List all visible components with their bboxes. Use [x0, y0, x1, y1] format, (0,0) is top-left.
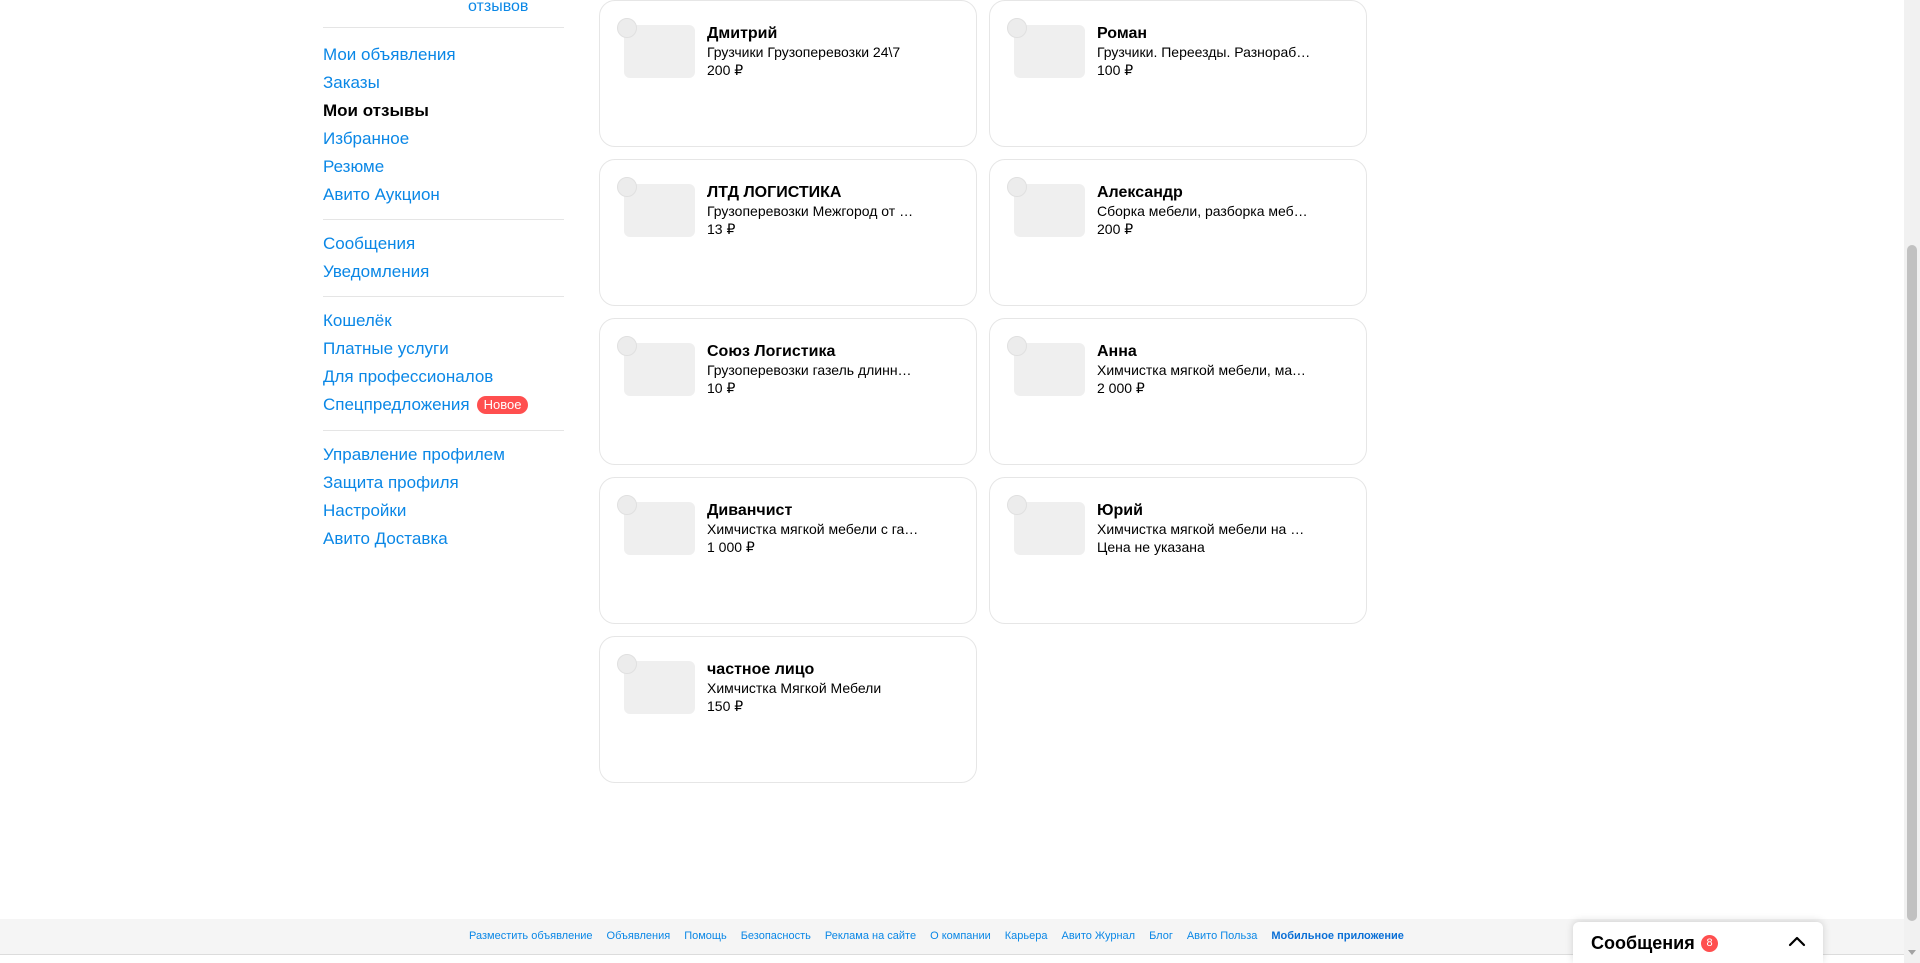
sidebar-item-wallet[interactable]: Кошелёк	[323, 307, 564, 335]
page-scrollbar[interactable]	[1904, 0, 1920, 963]
review-card[interactable]: Дмитрий Грузчики Грузоперевозки 24\7 200…	[599, 0, 977, 147]
footer-link-ads[interactable]: Объявления	[607, 930, 671, 942]
scroll-down-arrow-icon[interactable]	[1908, 950, 1916, 955]
sidebar-item-resume[interactable]: Резюме	[323, 153, 564, 181]
footer-link-advertising[interactable]: Реклама на сайте	[825, 930, 916, 942]
sidebar-item-label: Спецпредложения	[323, 395, 470, 414]
sidebar-item-profile-protection[interactable]: Защита профиля	[323, 469, 564, 497]
footer-link-polza[interactable]: Авито Польза	[1187, 930, 1258, 942]
footer-link-post-ad[interactable]: Разместить объявление	[469, 930, 593, 942]
review-card[interactable]: Анна Химчистка мягкой мебели, мат… 2 000…	[989, 318, 1367, 465]
sidebar-item-delivery[interactable]: Авито Доставка	[323, 525, 564, 553]
listing-title: Грузоперевозки Межгород от …	[707, 203, 914, 219]
listing-price: 200 ₽	[707, 62, 744, 78]
seller-avatar	[1007, 336, 1027, 356]
review-card[interactable]: ЛТД ЛОГИСТИКА Грузоперевозки Межгород от…	[599, 159, 977, 306]
seller-name: Союз Логистика	[707, 343, 836, 360]
listing-title: Грузчики Грузоперевозки 24\7	[707, 44, 901, 60]
review-card[interactable]: Александр Сборка мебели, разборка меб… 2…	[989, 159, 1367, 306]
sidebar-divider	[323, 219, 564, 220]
sidebar-item-auction[interactable]: Авито Аукцион	[323, 181, 564, 209]
sidebar-item-professionals[interactable]: Для профессионалов	[323, 363, 564, 391]
listing-price: Цена не указана	[1097, 539, 1205, 555]
seller-name: Александр	[1097, 184, 1183, 201]
sidebar-item-profile-management[interactable]: Управление профилем	[323, 441, 564, 469]
seller-avatar	[1007, 18, 1027, 38]
new-badge: Новое	[476, 396, 529, 414]
seller-name: ЛТД ЛОГИСТИКА	[707, 184, 842, 201]
menu-group-wallet: Кошелёк Платные услуги Для профессионало…	[323, 307, 564, 419]
listing-price: 150 ₽	[707, 698, 744, 714]
review-card[interactable]: частное лицо Химчистка Мягкой Мебели 150…	[599, 636, 977, 783]
footer-links: Разместить объявление Объявления Помощь …	[469, 930, 1404, 942]
review-card[interactable]: Роман Грузчики. Переезды. Разнораб… 100 …	[989, 0, 1367, 147]
listing-price: 13 ₽	[707, 221, 736, 237]
listing-price: 2 000 ₽	[1097, 380, 1145, 396]
menu-group-ads: Мои объявления Заказы Мои отзывы Избранн…	[323, 41, 564, 209]
sidebar-item-my-ads[interactable]: Мои объявления	[323, 41, 564, 69]
menu-group-messages: Сообщения Уведомления	[323, 230, 564, 286]
review-card[interactable]: Союз Логистика Грузоперевозки газель дли…	[599, 318, 977, 465]
seller-name: Юрий	[1097, 502, 1143, 519]
chevron-up-icon[interactable]	[1788, 934, 1806, 948]
footer-link-about[interactable]: О компании	[930, 930, 991, 942]
menu-group-profile: Управление профилем Защита профиля Настр…	[323, 441, 564, 553]
sidebar-item-notifications[interactable]: Уведомления	[323, 258, 564, 286]
unread-count-badge: 8	[1701, 935, 1718, 952]
sidebar-item-settings[interactable]: Настройки	[323, 497, 564, 525]
scrollbar-thumb[interactable]	[1907, 245, 1917, 921]
listing-price: 100 ₽	[1097, 62, 1134, 78]
listing-title: Грузчики. Переезды. Разнораб…	[1097, 44, 1311, 60]
seller-avatar	[617, 336, 637, 356]
sidebar-item-special-offers[interactable]: Спецпредложения Новое	[323, 391, 564, 419]
sidebar-item-my-reviews[interactable]: Мои отзывы	[323, 97, 564, 125]
footer-link-help[interactable]: Помощь	[684, 930, 727, 942]
sidebar-divider	[323, 430, 564, 431]
seller-avatar	[1007, 177, 1027, 197]
footer-link-security[interactable]: Безопасность	[741, 930, 811, 942]
review-card[interactable]: Юрий Химчистка мягкой мебели на д… Цена …	[989, 477, 1367, 624]
footer-link-blog[interactable]: Блог	[1149, 930, 1173, 942]
sidebar-item-messages[interactable]: Сообщения	[323, 230, 564, 258]
sidebar-divider	[323, 296, 564, 297]
seller-name: Анна	[1097, 343, 1137, 360]
seller-name: Дмитрий	[707, 25, 778, 42]
messenger-title: Сообщения	[1591, 933, 1695, 953]
listing-title: Химчистка мягкой мебели с га…	[707, 521, 919, 537]
footer-link-journal[interactable]: Авито Журнал	[1062, 930, 1136, 942]
reviews-count-link[interactable]: отзывов	[468, 0, 528, 16]
listing-title: Химчистка мягкой мебели на д…	[1097, 521, 1312, 537]
seller-name: Диванчист	[707, 502, 793, 519]
sidebar-item-orders[interactable]: Заказы	[323, 69, 564, 97]
seller-avatar	[1007, 495, 1027, 515]
footer-link-mobile-app[interactable]: Мобильное приложение	[1271, 930, 1404, 942]
seller-avatar	[617, 18, 637, 38]
listing-title: Грузоперевозки газель длинн…	[707, 362, 912, 378]
seller-name: Роман	[1097, 25, 1148, 42]
messenger-widget[interactable]: Сообщения 8	[1573, 922, 1823, 963]
seller-avatar	[617, 177, 637, 197]
profile-summary: отзывов	[323, 0, 564, 28]
listing-price: 1 000 ₽	[707, 539, 755, 555]
review-card[interactable]: Диванчист Химчистка мягкой мебели с га… …	[599, 477, 977, 624]
listing-title: Химчистка мягкой мебели, мат…	[1097, 362, 1312, 378]
listing-title: Химчистка Мягкой Мебели	[707, 680, 882, 696]
listing-title: Сборка мебели, разборка меб…	[1097, 203, 1308, 219]
listing-price: 10 ₽	[707, 380, 736, 396]
footer-link-career[interactable]: Карьера	[1005, 930, 1048, 942]
sidebar-item-favorites[interactable]: Избранное	[323, 125, 564, 153]
seller-avatar	[617, 495, 637, 515]
sidebar-item-paid-services[interactable]: Платные услуги	[323, 335, 564, 363]
seller-avatar	[617, 654, 637, 674]
seller-name: частное лицо	[707, 661, 815, 678]
listing-price: 200 ₽	[1097, 221, 1134, 237]
